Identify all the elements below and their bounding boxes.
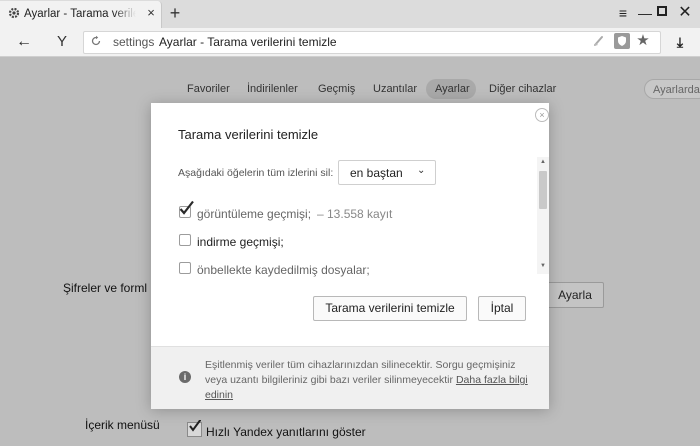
- close-window-icon[interactable]: ✕: [677, 5, 693, 21]
- bookmark-star-icon[interactable]: ★: [635, 31, 651, 51]
- fast-answers-label: Hızlı Yandex yanıtlarını göster: [206, 425, 366, 439]
- download-history-checkbox[interactable]: [179, 234, 191, 246]
- broom-icon[interactable]: [592, 34, 606, 48]
- back-arrow-icon[interactable]: ←: [14, 32, 34, 52]
- sync-notice: Eşitlenmiş veriler tüm cihazlarınızdan s…: [205, 358, 535, 403]
- settings-search-input[interactable]: Ayarlarda: [644, 79, 700, 99]
- minimize-icon[interactable]: —: [637, 5, 653, 21]
- scrollbar-thumb[interactable]: [539, 171, 547, 209]
- close-tab-icon[interactable]: ×: [144, 6, 158, 20]
- yandex-logo-icon[interactable]: Y: [54, 32, 70, 52]
- nav-extensions[interactable]: Uzantılar: [373, 83, 417, 95]
- download-history-label: indirme geçmişi;: [197, 235, 284, 249]
- browsing-history-label: görüntüleme geçmişi;: [197, 207, 312, 221]
- time-range-value: en baştan: [350, 166, 403, 180]
- checkmark-icon: [179, 200, 194, 215]
- nav-favorites[interactable]: Favoriler: [187, 83, 230, 95]
- protect-shield-icon[interactable]: [614, 33, 630, 49]
- maximize-icon[interactable]: [657, 6, 667, 16]
- close-icon[interactable]: ×: [535, 108, 549, 122]
- new-tab-icon[interactable]: +: [166, 4, 184, 22]
- url-host: settings: [113, 35, 155, 49]
- reload-icon[interactable]: [90, 35, 102, 47]
- browsing-history-count: – 13.558 kayıt: [317, 207, 393, 221]
- nav-other-devices[interactable]: Diğer cihazlar: [489, 83, 556, 95]
- nav-downloads[interactable]: İndirilenler: [247, 83, 298, 95]
- info-icon: i: [179, 371, 191, 383]
- nav-settings[interactable]: Ayarlar: [435, 83, 470, 95]
- clear-data-button[interactable]: Tarama verilerini temizle: [313, 296, 467, 321]
- gear-icon: [8, 7, 20, 19]
- url-page-title: Ayarlar - Tarama verilerini temizle: [159, 35, 337, 49]
- download-icon[interactable]: ⤓: [672, 32, 688, 52]
- dialog-title: Tarama verilerini temizle: [178, 127, 319, 142]
- passwords-section-label: Şifreler ve forml: [63, 281, 148, 295]
- time-range-label: Aşağıdaki öğelerin tüm izlerini sil:: [178, 167, 334, 179]
- nav-history[interactable]: Geçmiş: [318, 83, 355, 95]
- context-menu-section-label: İçerik menüsü: [85, 418, 160, 432]
- chevron-down-icon: ⌄: [417, 165, 426, 176]
- configure-button[interactable]: Ayarla: [546, 282, 604, 308]
- cached-files-label: önbellekte kaydedilmiş dosyalar;: [197, 263, 370, 277]
- cancel-button[interactable]: İptal: [478, 296, 526, 321]
- cached-files-checkbox[interactable]: [179, 262, 191, 274]
- scroll-down-icon[interactable]: ▼: [539, 263, 547, 269]
- scroll-up-icon[interactable]: ▲: [539, 159, 547, 165]
- tab-title: Ayarlar - Tarama verilerini temizle: [24, 8, 136, 20]
- fast-answers-checkbox[interactable]: [187, 420, 202, 437]
- menu-icon[interactable]: ≡: [615, 5, 631, 21]
